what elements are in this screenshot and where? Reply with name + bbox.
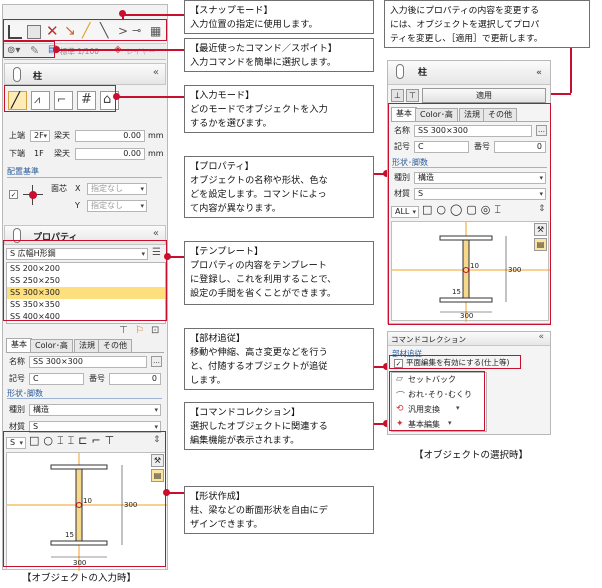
upper-floor-select[interactable]: 2F (30, 130, 50, 142)
shape-dot (163, 489, 170, 496)
input-connector (116, 96, 184, 98)
cc-items-highlight (389, 371, 485, 431)
tab-divider (6, 352, 164, 353)
lower-label: 下端 (9, 149, 25, 158)
y-offset-select[interactable]: 指定なし (87, 200, 147, 212)
follow-highlight (389, 355, 521, 369)
tab-basic[interactable]: 基本 (6, 338, 32, 352)
lower-unit: mm (148, 149, 164, 158)
column-title: 柱 (33, 72, 43, 82)
cc-collapse-icon[interactable]: « (538, 332, 544, 342)
placement-divider (7, 177, 162, 178)
right-property-highlight (388, 103, 551, 325)
code-input[interactable]: C (29, 373, 84, 385)
name-label: 名称 (9, 357, 25, 366)
follow-callout: 【部材追従】 移動や伸縮、高さ変更などを行う と、付随するオブジェクトが追従 し… (184, 328, 374, 390)
placement-checkbox[interactable]: ✓ (9, 190, 18, 199)
tab-other[interactable]: その他 (98, 339, 132, 352)
kind-label: 種別 (9, 405, 25, 414)
snap-dot (119, 10, 126, 17)
apply-connector-v (570, 48, 572, 93)
pin-icon[interactable] (13, 67, 21, 82)
cc-header: コマンドコレクション « (388, 332, 550, 346)
name-browse-button[interactable]: … (151, 356, 162, 367)
template-register-icon[interactable]: ⊤ (119, 325, 128, 336)
face-center-label: 面芯 (51, 184, 67, 193)
lower-offset-input[interactable]: 0.00 (75, 148, 145, 160)
lower-ref-label: 梁天 (54, 149, 70, 158)
tab-regulation[interactable]: 法規 (74, 339, 100, 352)
placement-point-icon[interactable] (23, 185, 43, 205)
scale-select[interactable]: 標準 1/100 (60, 46, 99, 57)
x-offset-select[interactable]: 指定なし (87, 183, 147, 195)
right-import-icon[interactable]: ⊤ (406, 89, 419, 102)
upper-label: 上端 (9, 131, 25, 140)
layer-select[interactable]: レイヤー (126, 46, 156, 57)
placement-section-label: 配置基準 (7, 167, 39, 176)
right-pin-icon[interactable] (396, 64, 404, 79)
right-collapse-icon[interactable]: « (536, 61, 542, 85)
upper-ref-label: 梁天 (54, 131, 70, 140)
kind-select[interactable]: 構造 (29, 404, 161, 416)
collapse-icon[interactable]: « (153, 67, 159, 78)
snap-connector (122, 14, 184, 16)
apply-button[interactable]: 適用 (422, 88, 546, 103)
upper-unit: mm (148, 131, 164, 140)
snap-callout: 【スナップモード】 入力位置の指定に使用します。 (184, 0, 374, 34)
input-mode-highlight (4, 85, 116, 112)
shape-divider (7, 398, 162, 399)
x-label: X (75, 184, 81, 193)
number-label: 番号 (89, 374, 105, 383)
recent-dot (53, 46, 60, 53)
shape-highlight (3, 431, 166, 567)
input-mode-callout: 【入力モード】 どのモードでオブジェクトを入力 するかを選びます。 (184, 85, 374, 133)
input-dot (113, 93, 120, 100)
property-collapse-icon[interactable]: « (153, 228, 159, 239)
lower-floor: 1F (34, 149, 44, 158)
property-callout: 【プロパティ】 オブジェクトの名称や形状、色な どを設定します。コマンドによっ … (184, 156, 374, 218)
y-label: Y (75, 201, 80, 210)
command-collection-callout: 【コマンドコレクション】 選択したオブジェクトに関連する 編集機能が表示されます… (184, 402, 374, 450)
column-header: 柱 « (4, 63, 166, 85)
shape-callout: 【形状作成】 柱、梁などの断面形状を自由にデ ザインできます。 (184, 486, 374, 534)
recent-callout: 【最近使ったコマンド／スポイト】 入力コマンドを簡単に選択します。 (184, 38, 374, 72)
tab-color-height[interactable]: Color･高 (30, 339, 73, 352)
recent-connector (55, 49, 184, 51)
select-mode-caption: 【オブジェクトの選択時】 (414, 450, 529, 461)
template-callout: 【テンプレート】 プロパティの内容をテンプレート に登録し、これを利用することで… (184, 241, 374, 305)
right-panel-title: 柱 (418, 68, 428, 78)
code-label: 記号 (9, 374, 25, 383)
input-mode-caption: 【オブジェクトの入力時】 (22, 573, 137, 584)
template-highlight (3, 240, 167, 321)
template-dot (164, 253, 171, 260)
cc-title: コマンドコレクション (391, 335, 466, 344)
recent-highlight (3, 41, 55, 58)
template-import-icon[interactable]: ⚐ (135, 325, 144, 336)
name-input[interactable]: SS 300×300 (29, 356, 147, 368)
snap-highlight (3, 19, 167, 41)
number-input[interactable]: 0 (109, 373, 161, 385)
apply-callout: 入力後にプロパティの内容を変更する には、オブジェクトを選択してプロパ ティを変… (384, 0, 590, 48)
template-delete-icon[interactable]: ⊡ (151, 325, 159, 336)
right-up-icon[interactable]: ⊥ (391, 89, 404, 102)
upper-offset-input[interactable]: 0.00 (75, 130, 145, 142)
right-panel-header: 柱 « (388, 61, 550, 85)
